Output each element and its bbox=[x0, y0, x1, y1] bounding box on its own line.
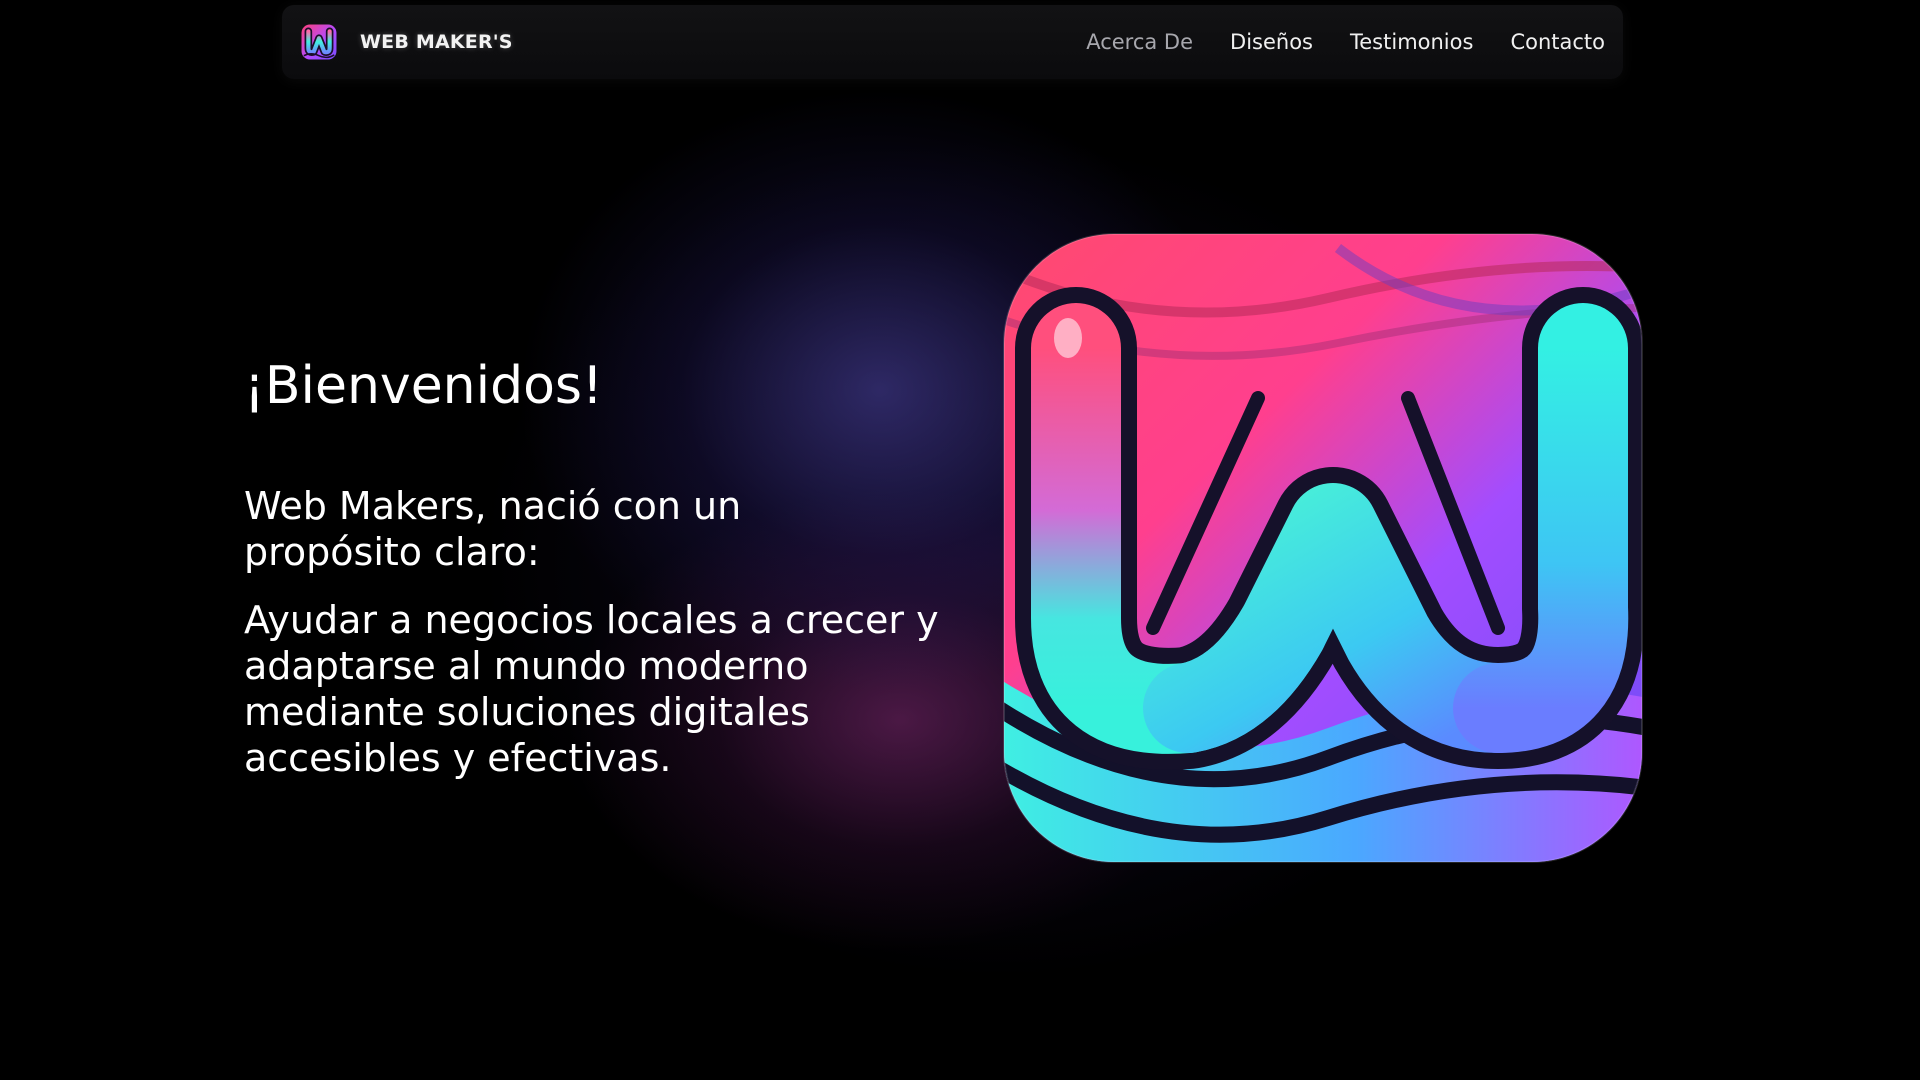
web-makers-app-icon bbox=[1003, 233, 1643, 863]
nav-link-disenos[interactable]: Diseños bbox=[1230, 30, 1313, 54]
brand-name: WEB MAKER'S bbox=[360, 31, 513, 53]
hero-intro: Web Makers, nació con un propósito claro… bbox=[244, 484, 742, 574]
nav-links: Acerca De Diseños Testimonios Contacto bbox=[1049, 5, 1605, 79]
top-navbar: WEB MAKER'S Acerca De Diseños Testimonio… bbox=[282, 5, 1623, 79]
landing-page: WEB MAKER'S Acerca De Diseños Testimonio… bbox=[0, 0, 1920, 1080]
nav-link-testimonios[interactable]: Testimonios bbox=[1350, 30, 1473, 54]
web-makers-logo-icon bbox=[301, 24, 337, 60]
hero-mission: Ayudar a negocios locales a crecer y ada… bbox=[244, 598, 939, 780]
hero-logo-image bbox=[998, 228, 1648, 868]
nav-link-contacto[interactable]: Contacto bbox=[1510, 30, 1605, 54]
brand[interactable]: WEB MAKER'S bbox=[300, 21, 513, 63]
hero-title: ¡Bienvenidos! bbox=[244, 356, 603, 416]
nav-link-acerca-de[interactable]: Acerca De bbox=[1086, 30, 1193, 54]
